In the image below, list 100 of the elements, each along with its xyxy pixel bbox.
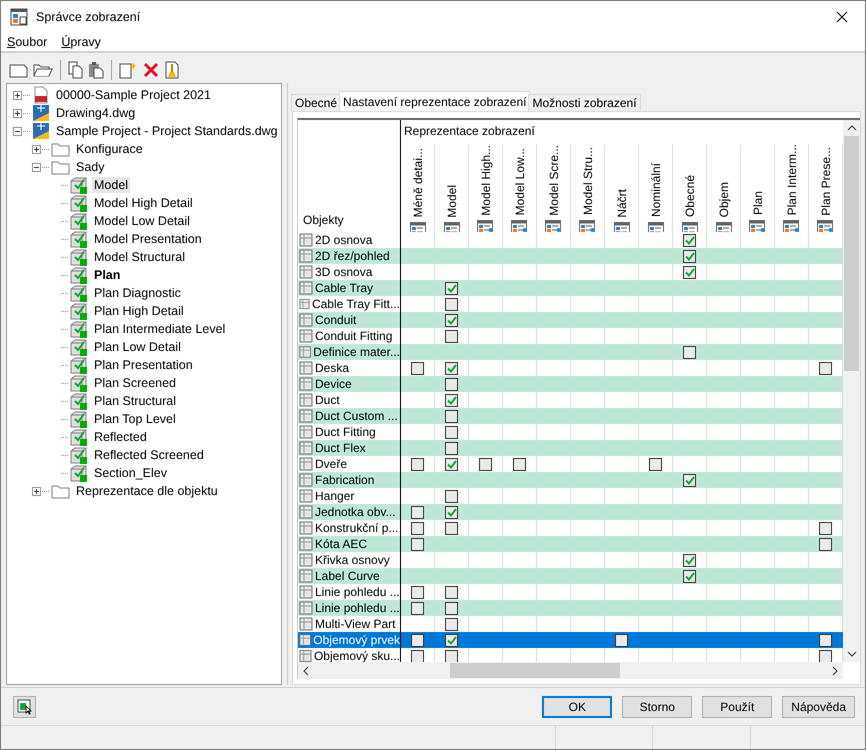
checkbox[interactable] bbox=[683, 234, 696, 246]
checkbox[interactable] bbox=[445, 506, 458, 518]
tree-item[interactable]: Drawing4.dwg bbox=[54, 105, 138, 121]
object-row-header[interactable]: Linie pohledu ... bbox=[298, 584, 401, 600]
icon-button[interactable] bbox=[13, 696, 36, 718]
broom-page-icon[interactable] bbox=[163, 61, 181, 79]
tab[interactable]: Nastavení reprezentace zobrazení bbox=[339, 91, 530, 111]
checkbox[interactable] bbox=[445, 410, 458, 422]
tree-item[interactable]: Reflected Screened bbox=[92, 447, 206, 463]
object-row-header[interactable]: Label Curve bbox=[298, 568, 401, 584]
checkbox[interactable] bbox=[683, 474, 696, 486]
tree-item[interactable]: Plan Structural bbox=[92, 393, 178, 409]
checkbox[interactable] bbox=[411, 458, 424, 470]
object-row-header[interactable]: Linie pohledu ... bbox=[298, 600, 401, 616]
tree-item[interactable]: Plan Top Level bbox=[92, 411, 178, 427]
dialog-button[interactable]: Nápověda bbox=[782, 696, 855, 718]
tree-item[interactable]: Reprezentace dle objektu bbox=[74, 483, 220, 499]
delete-icon[interactable] bbox=[143, 62, 159, 78]
object-row-header[interactable]: Křivka osnovy bbox=[298, 552, 401, 568]
dialog-button[interactable]: Použít bbox=[702, 696, 772, 718]
object-row-header[interactable]: Conduit Fitting bbox=[298, 328, 401, 344]
tree-item[interactable]: Plan Low Detail bbox=[92, 339, 183, 355]
checkbox[interactable] bbox=[411, 650, 424, 662]
close-icon[interactable] bbox=[836, 11, 848, 23]
object-row-header[interactable]: Hanger bbox=[298, 488, 401, 504]
object-row-header[interactable]: Objemový prvek bbox=[298, 632, 401, 648]
blank-page-icon[interactable] bbox=[9, 62, 29, 78]
tree-item[interactable]: Model Presentation bbox=[92, 231, 204, 247]
tree-item[interactable]: 00000-Sample Project 2021 bbox=[54, 87, 213, 103]
checkbox[interactable] bbox=[411, 362, 424, 374]
checkbox[interactable] bbox=[411, 634, 424, 646]
tab[interactable]: Možnosti zobrazení bbox=[528, 94, 641, 111]
checkbox[interactable] bbox=[445, 330, 458, 342]
object-row-header[interactable]: Cable Tray bbox=[298, 280, 401, 296]
tree-item[interactable]: Sady bbox=[74, 159, 106, 175]
object-row-header[interactable]: Dveře bbox=[298, 456, 401, 472]
tree-item[interactable]: Plan Intermediate Level bbox=[92, 321, 228, 337]
checkbox[interactable] bbox=[445, 618, 458, 630]
checkbox[interactable] bbox=[411, 506, 424, 518]
object-row-header[interactable]: Device bbox=[298, 376, 401, 392]
checkbox[interactable] bbox=[445, 426, 458, 438]
tree-item[interactable]: Plan Presentation bbox=[92, 357, 195, 373]
object-row-header[interactable]: Fabrication bbox=[298, 472, 401, 488]
checkbox[interactable] bbox=[445, 394, 458, 406]
paste-icon[interactable] bbox=[88, 61, 104, 79]
checkbox[interactable] bbox=[819, 634, 832, 646]
dialog-button[interactable]: Storno bbox=[622, 696, 692, 718]
tree-item[interactable]: Plan Diagnostic bbox=[92, 285, 183, 301]
object-row-header[interactable]: Jednotka obv... bbox=[298, 504, 401, 520]
checkbox[interactable] bbox=[445, 490, 458, 502]
cursor-window-icon[interactable] bbox=[16, 698, 32, 714]
horizontal-scrollbar[interactable] bbox=[298, 662, 843, 679]
tree-item[interactable]: Model Structural bbox=[92, 249, 188, 265]
checkbox[interactable] bbox=[683, 250, 696, 262]
checkbox[interactable] bbox=[445, 602, 458, 614]
menu-item[interactable]: Úpravy bbox=[60, 35, 102, 49]
object-row-header[interactable]: 2D řez/pohled bbox=[298, 248, 401, 264]
checkbox[interactable] bbox=[445, 650, 458, 662]
tree-item[interactable]: Plan bbox=[92, 267, 122, 283]
checkbox[interactable] bbox=[819, 522, 832, 534]
checkbox[interactable] bbox=[411, 522, 424, 534]
tree-item[interactable]: Plan High Detail bbox=[92, 303, 186, 319]
tree-item[interactable]: Section_Elev bbox=[92, 465, 169, 481]
checkbox[interactable] bbox=[445, 442, 458, 454]
vertical-scrollbar[interactable] bbox=[843, 120, 860, 662]
checkbox[interactable] bbox=[445, 586, 458, 598]
object-row-header[interactable]: Konstrukční p... bbox=[298, 520, 401, 536]
checkbox[interactable] bbox=[411, 538, 424, 550]
menu-item[interactable]: Soubor bbox=[6, 35, 48, 49]
checkbox[interactable] bbox=[819, 538, 832, 550]
object-row-header[interactable]: Definice mater... bbox=[298, 344, 401, 360]
tree-item[interactable]: Plan Screened bbox=[92, 375, 178, 391]
sparkle-page-icon[interactable] bbox=[119, 61, 139, 79]
checkbox[interactable] bbox=[445, 282, 458, 294]
checkbox[interactable] bbox=[445, 362, 458, 374]
checkbox[interactable] bbox=[411, 586, 424, 598]
checkbox[interactable] bbox=[445, 634, 458, 646]
object-row-header[interactable]: 3D osnova bbox=[298, 264, 401, 280]
checkbox[interactable] bbox=[445, 298, 458, 310]
checkbox[interactable] bbox=[445, 378, 458, 390]
object-row-header[interactable]: Cable Tray Fitt... bbox=[298, 296, 401, 312]
object-row-header[interactable]: Duct bbox=[298, 392, 401, 408]
checkbox[interactable] bbox=[513, 458, 526, 470]
checkbox[interactable] bbox=[683, 346, 696, 358]
checkbox[interactable] bbox=[819, 362, 832, 374]
copy-icon[interactable] bbox=[68, 61, 84, 79]
object-row-header[interactable]: Deska bbox=[298, 360, 401, 376]
folder-icon[interactable] bbox=[33, 62, 53, 78]
checkbox[interactable] bbox=[445, 522, 458, 534]
object-row-header[interactable]: Duct Fitting bbox=[298, 424, 401, 440]
dialog-button[interactable]: OK bbox=[542, 696, 612, 718]
tab[interactable]: Obecné bbox=[291, 94, 342, 111]
checkbox[interactable] bbox=[683, 266, 696, 278]
object-row-header[interactable]: 2D osnova bbox=[298, 232, 401, 248]
tree-item[interactable]: Model bbox=[92, 177, 130, 193]
tree-item[interactable]: Model High Detail bbox=[92, 195, 195, 211]
checkbox[interactable] bbox=[683, 554, 696, 566]
checkbox[interactable] bbox=[683, 570, 696, 582]
checkbox[interactable] bbox=[819, 650, 832, 662]
object-row-header[interactable]: Duct Custom ... bbox=[298, 408, 401, 424]
